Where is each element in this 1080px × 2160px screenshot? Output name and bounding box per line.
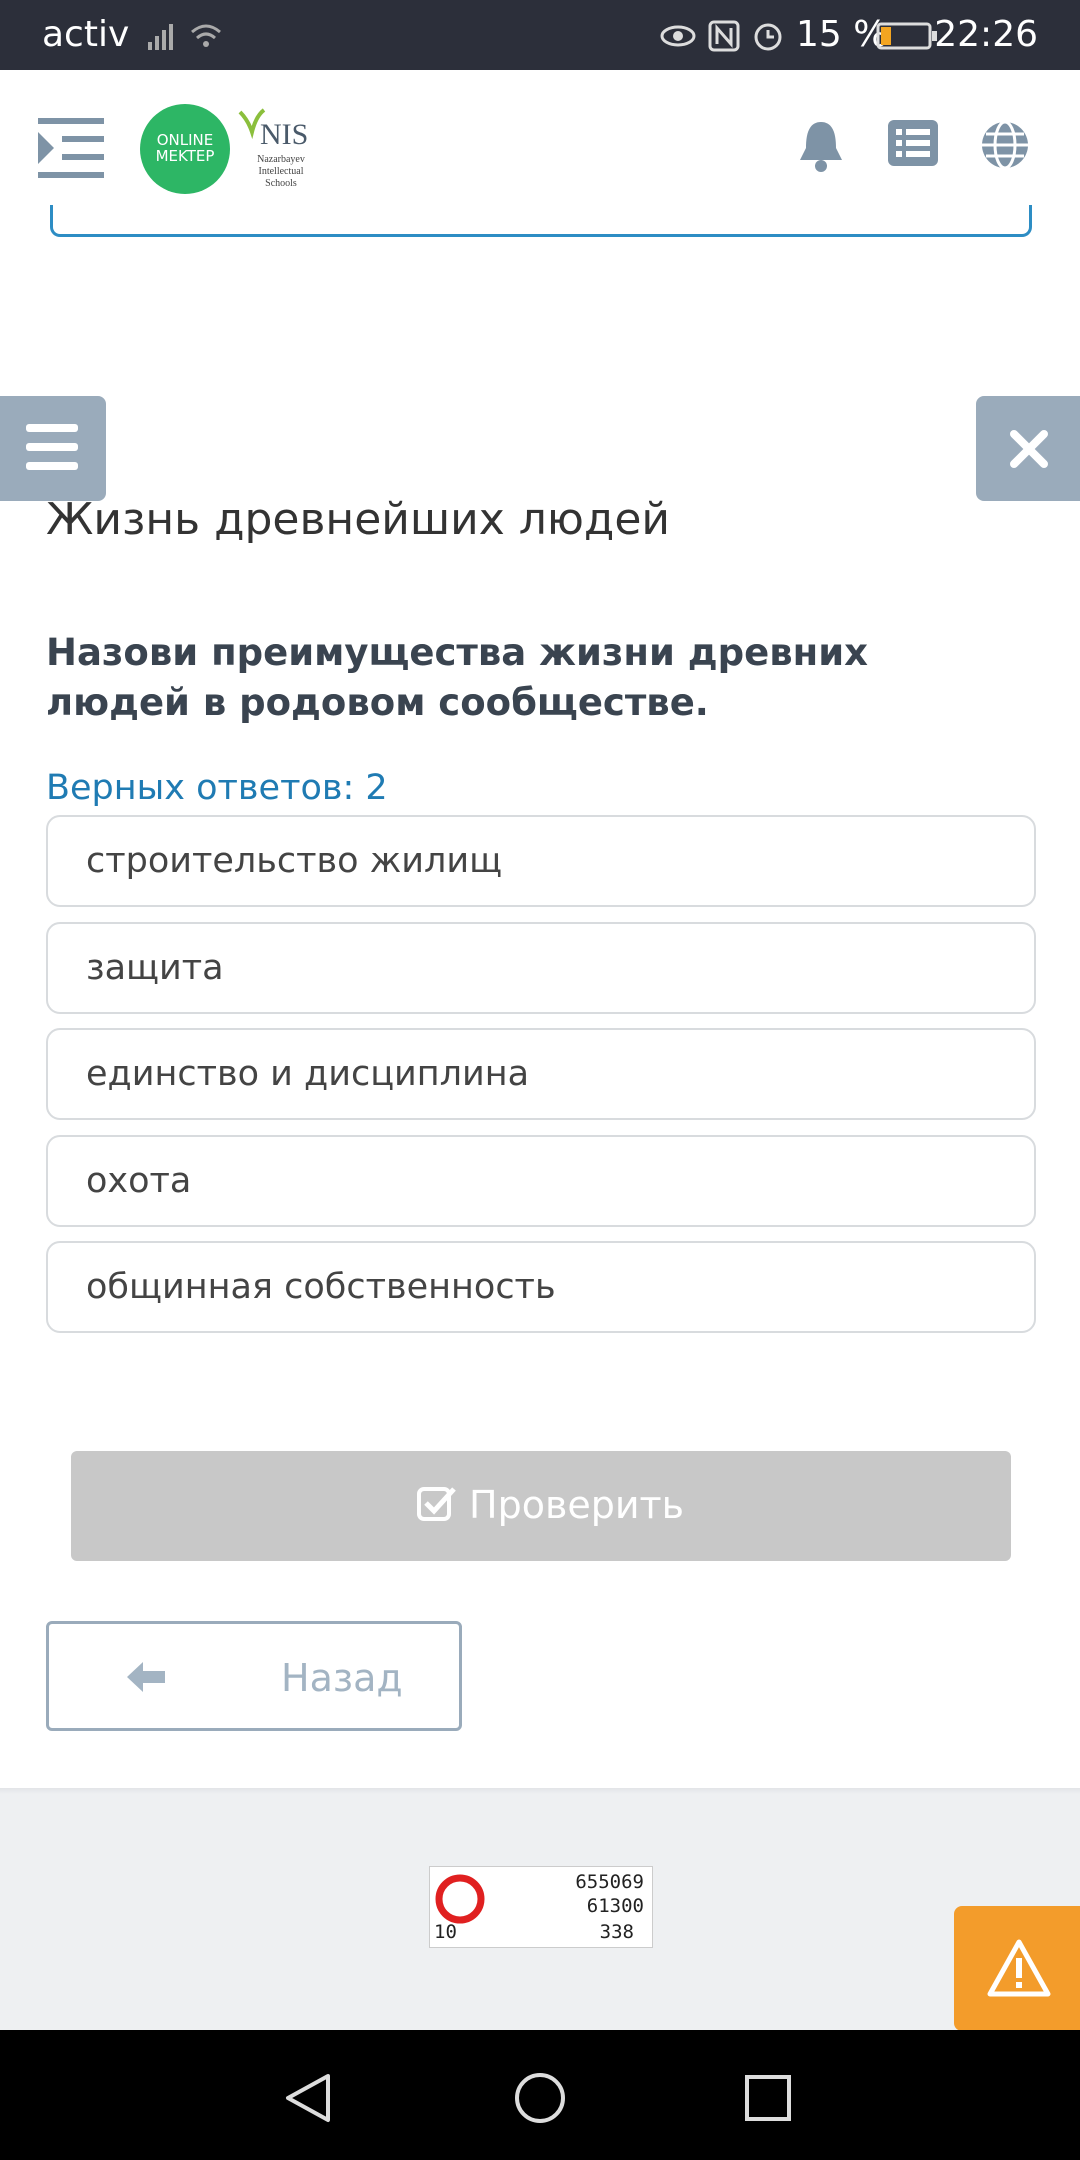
answer-option[interactable]: единство и дисциплина (46, 1028, 1036, 1120)
hamburger-icon (26, 424, 78, 470)
system-navigation-bar (0, 2030, 1080, 2160)
content-shadow (0, 1788, 1080, 1794)
nis-sub-2: Intellectual (258, 166, 304, 177)
checkbox-icon (417, 1487, 456, 1521)
correct-answers-count: Верных ответов: 2 (46, 768, 388, 808)
bell-icon[interactable] (798, 118, 844, 172)
battery-percent: 15 % (796, 14, 888, 55)
previous-block-border (50, 205, 1032, 237)
answer-option-label: единство и дисциплина (86, 1054, 530, 1094)
back-button-label: Назад (281, 1656, 403, 1700)
close-button[interactable] (976, 396, 1080, 501)
answer-option[interactable]: строительство жилищ (46, 815, 1036, 907)
app-header: ONLINE MEKTEP NIS Nazarbayev Intellectua… (0, 70, 1080, 220)
nis-sub-3: Schools (265, 178, 297, 189)
counter-line-3-right: 338 (599, 1921, 634, 1943)
answer-option-label: общинная собственность (86, 1267, 556, 1307)
signal-wifi-icons (148, 24, 221, 50)
nis-text: NIS (260, 118, 309, 151)
report-problem-button[interactable] (954, 1906, 1080, 2031)
question-text: Назови преимущества жизни древних людей … (46, 631, 868, 724)
clock: 22:26 (934, 14, 1038, 55)
globe-icon[interactable] (980, 120, 1030, 170)
counter-logo-icon (435, 1874, 485, 1924)
back-button[interactable]: Назад (46, 1621, 462, 1731)
warning-icon (987, 1939, 1051, 1997)
answer-option-label: охота (86, 1161, 192, 1201)
carrier-name: activ (42, 14, 130, 55)
logo-mektep-text: MEKTEP (155, 147, 215, 165)
nis-logo: NIS Nazarbayev Intellectual Schools (236, 106, 316, 196)
battery-icon (876, 22, 937, 50)
counter-line-3-left: 10 (434, 1921, 457, 1943)
nis-sub-1: Nazarbayev (257, 154, 305, 165)
counter-line-1: 655069 (575, 1871, 644, 1893)
check-button-label: Проверить (469, 1483, 685, 1527)
arrow-left-icon (127, 1662, 165, 1692)
answer-option-label: защита (86, 948, 224, 988)
status-icons (660, 20, 782, 52)
logo-online-text: ONLINE (156, 131, 214, 149)
counter-line-2: 61300 (586, 1895, 644, 1917)
nav-home-icon[interactable] (514, 2072, 566, 2124)
check-button[interactable]: Проверить (71, 1451, 1011, 1561)
status-bar: activ 15 % 22:26 (0, 0, 1080, 70)
answer-option[interactable]: защита (46, 922, 1036, 1014)
nav-back-icon[interactable] (284, 2072, 332, 2124)
nav-recents-icon[interactable] (744, 2074, 792, 2122)
answer-option-label: строительство жилищ (86, 841, 503, 881)
side-menu-button[interactable] (0, 396, 106, 501)
list-icon[interactable] (888, 120, 938, 166)
answer-option[interactable]: охота (46, 1135, 1036, 1227)
close-icon (1010, 430, 1048, 468)
online-mektep-logo[interactable]: ONLINE MEKTEP (140, 104, 230, 194)
answer-option[interactable]: общинная собственность (46, 1241, 1036, 1333)
visit-counter-widget[interactable]: 655069 61300 10 338 (429, 1866, 653, 1948)
lesson-title: Жизнь древнейших людей (46, 494, 670, 545)
menu-indent-icon[interactable] (38, 118, 104, 178)
